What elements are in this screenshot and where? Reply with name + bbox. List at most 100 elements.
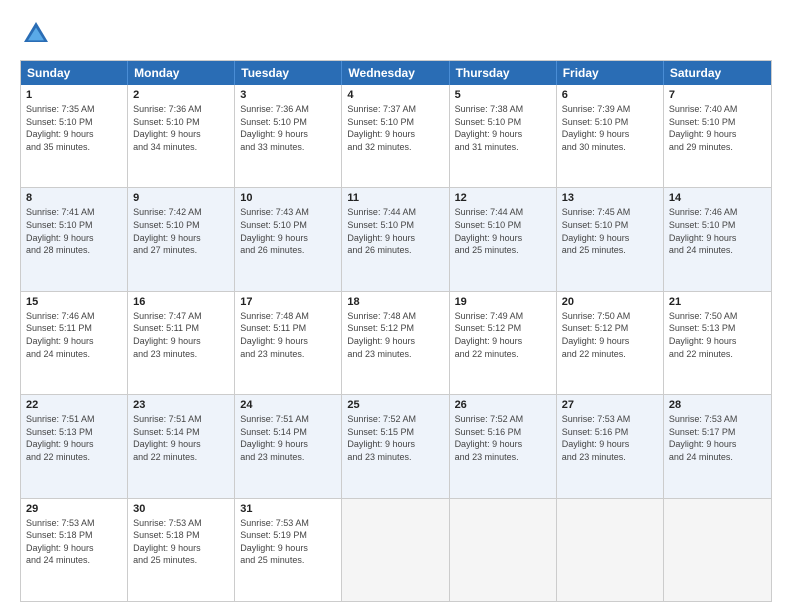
calendar-cell: 13Sunrise: 7:45 AM Sunset: 5:10 PM Dayli… xyxy=(557,188,664,290)
day-number: 27 xyxy=(562,399,658,411)
day-number: 10 xyxy=(240,192,336,204)
day-number: 30 xyxy=(133,503,229,515)
day-info: Sunrise: 7:36 AM Sunset: 5:10 PM Dayligh… xyxy=(240,103,336,153)
logo-icon xyxy=(20,18,52,50)
calendar-cell: 31 Sunrise: 7:53 AM Sunset: 5:19 PM Dayli… xyxy=(235,499,342,601)
calendar-cell: 9 Sunrise: 7:42 AM Sunset: 5:10 PM Daylig… xyxy=(128,188,235,290)
day-info: Sunrise: 7:47 AM Sunset: 5:11 PM Dayligh… xyxy=(133,310,229,360)
calendar-cell: 3Sunrise: 7:36 AM Sunset: 5:10 PM Daylig… xyxy=(235,85,342,187)
calendar-cell: 26 Sunrise: 7:52 AM Sunset: 5:16 PM Dayli… xyxy=(450,395,557,497)
day-info: Sunrise: 7:50 AM Sunset: 5:12 PM Dayligh… xyxy=(562,310,658,360)
calendar-week: 22 Sunrise: 7:51 AM Sunset: 5:13 PM Dayli… xyxy=(21,394,771,497)
calendar-week: 1 Sunrise: 7:35 AM Sunset: 5:10 PM Daylig… xyxy=(21,85,771,187)
day-number: 19 xyxy=(455,296,551,308)
day-number: 24 xyxy=(240,399,336,411)
day-number: 5 xyxy=(455,89,551,101)
calendar-header-cell: Thursday xyxy=(450,61,557,85)
calendar-cell: 23 Sunrise: 7:51 AM Sunset: 5:14 PM Dayli… xyxy=(128,395,235,497)
calendar-cell: 4 Sunrise: 7:37 AM Sunset: 5:10 PM Daylig… xyxy=(342,85,449,187)
day-info: Sunrise: 7:53 AM Sunset: 5:17 PM Dayligh… xyxy=(669,413,766,463)
day-info: Sunrise: 7:39 AM Sunset: 5:10 PM Dayligh… xyxy=(562,103,658,153)
calendar-cell: 1 Sunrise: 7:35 AM Sunset: 5:10 PM Daylig… xyxy=(21,85,128,187)
calendar-header-cell: Wednesday xyxy=(342,61,449,85)
day-number: 18 xyxy=(347,296,443,308)
calendar-header: SundayMondayTuesdayWednesdayThursdayFrid… xyxy=(21,61,771,85)
calendar-header-cell: Saturday xyxy=(664,61,771,85)
day-info: Sunrise: 7:46 AM Sunset: 5:10 PM Dayligh… xyxy=(669,206,766,256)
day-info: Sunrise: 7:42 AM Sunset: 5:10 PM Dayligh… xyxy=(133,206,229,256)
calendar-cell: 25 Sunrise: 7:52 AM Sunset: 5:15 PM Dayli… xyxy=(342,395,449,497)
calendar-cell: 24Sunrise: 7:51 AM Sunset: 5:14 PM Dayli… xyxy=(235,395,342,497)
calendar-body: 1 Sunrise: 7:35 AM Sunset: 5:10 PM Daylig… xyxy=(21,85,771,601)
calendar-header-cell: Sunday xyxy=(21,61,128,85)
day-info: Sunrise: 7:38 AM Sunset: 5:10 PM Dayligh… xyxy=(455,103,551,153)
calendar-cell: 16 Sunrise: 7:47 AM Sunset: 5:11 PM Dayli… xyxy=(128,292,235,394)
day-info: Sunrise: 7:36 AM Sunset: 5:10 PM Dayligh… xyxy=(133,103,229,153)
day-info: Sunrise: 7:52 AM Sunset: 5:15 PM Dayligh… xyxy=(347,413,443,463)
day-number: 28 xyxy=(669,399,766,411)
calendar-cell: 12 Sunrise: 7:44 AM Sunset: 5:10 PM Dayli… xyxy=(450,188,557,290)
day-number: 20 xyxy=(562,296,658,308)
calendar: SundayMondayTuesdayWednesdayThursdayFrid… xyxy=(20,60,772,602)
calendar-cell: 6 Sunrise: 7:39 AM Sunset: 5:10 PM Daylig… xyxy=(557,85,664,187)
day-number: 16 xyxy=(133,296,229,308)
day-info: Sunrise: 7:50 AM Sunset: 5:13 PM Dayligh… xyxy=(669,310,766,360)
calendar-cell: 18 Sunrise: 7:48 AM Sunset: 5:12 PM Dayli… xyxy=(342,292,449,394)
day-number: 29 xyxy=(26,503,122,515)
day-info: Sunrise: 7:44 AM Sunset: 5:10 PM Dayligh… xyxy=(455,206,551,256)
calendar-week: 15 Sunrise: 7:46 AM Sunset: 5:11 PM Dayli… xyxy=(21,291,771,394)
day-number: 22 xyxy=(26,399,122,411)
calendar-cell: 30 Sunrise: 7:53 AM Sunset: 5:18 PM Dayli… xyxy=(128,499,235,601)
page: SundayMondayTuesdayWednesdayThursdayFrid… xyxy=(0,0,792,612)
day-info: Sunrise: 7:51 AM Sunset: 5:13 PM Dayligh… xyxy=(26,413,122,463)
day-number: 2 xyxy=(133,89,229,101)
calendar-cell xyxy=(557,499,664,601)
calendar-cell: 11Sunrise: 7:44 AM Sunset: 5:10 PM Dayli… xyxy=(342,188,449,290)
day-info: Sunrise: 7:48 AM Sunset: 5:11 PM Dayligh… xyxy=(240,310,336,360)
calendar-cell: 17 Sunrise: 7:48 AM Sunset: 5:11 PM Dayli… xyxy=(235,292,342,394)
day-number: 15 xyxy=(26,296,122,308)
day-info: Sunrise: 7:41 AM Sunset: 5:10 PM Dayligh… xyxy=(26,206,122,256)
calendar-header-cell: Friday xyxy=(557,61,664,85)
header xyxy=(20,18,772,50)
day-info: Sunrise: 7:46 AM Sunset: 5:11 PM Dayligh… xyxy=(26,310,122,360)
calendar-cell: 14Sunrise: 7:46 AM Sunset: 5:10 PM Dayli… xyxy=(664,188,771,290)
day-number: 8 xyxy=(26,192,122,204)
calendar-cell xyxy=(450,499,557,601)
calendar-week: 29 Sunrise: 7:53 AM Sunset: 5:18 PM Dayli… xyxy=(21,498,771,601)
calendar-cell: 5 Sunrise: 7:38 AM Sunset: 5:10 PM Daylig… xyxy=(450,85,557,187)
calendar-cell xyxy=(342,499,449,601)
day-info: Sunrise: 7:48 AM Sunset: 5:12 PM Dayligh… xyxy=(347,310,443,360)
day-number: 26 xyxy=(455,399,551,411)
day-number: 1 xyxy=(26,89,122,101)
day-number: 23 xyxy=(133,399,229,411)
day-info: Sunrise: 7:53 AM Sunset: 5:18 PM Dayligh… xyxy=(26,517,122,567)
day-info: Sunrise: 7:53 AM Sunset: 5:18 PM Dayligh… xyxy=(133,517,229,567)
day-number: 4 xyxy=(347,89,443,101)
day-info: Sunrise: 7:35 AM Sunset: 5:10 PM Dayligh… xyxy=(26,103,122,153)
day-number: 25 xyxy=(347,399,443,411)
calendar-cell xyxy=(664,499,771,601)
day-number: 21 xyxy=(669,296,766,308)
day-number: 6 xyxy=(562,89,658,101)
day-info: Sunrise: 7:37 AM Sunset: 5:10 PM Dayligh… xyxy=(347,103,443,153)
day-info: Sunrise: 7:53 AM Sunset: 5:19 PM Dayligh… xyxy=(240,517,336,567)
calendar-cell: 2 Sunrise: 7:36 AM Sunset: 5:10 PM Daylig… xyxy=(128,85,235,187)
day-info: Sunrise: 7:53 AM Sunset: 5:16 PM Dayligh… xyxy=(562,413,658,463)
day-number: 12 xyxy=(455,192,551,204)
calendar-cell: 7Sunrise: 7:40 AM Sunset: 5:10 PM Daylig… xyxy=(664,85,771,187)
day-number: 11 xyxy=(347,192,443,204)
calendar-cell: 10Sunrise: 7:43 AM Sunset: 5:10 PM Dayli… xyxy=(235,188,342,290)
logo xyxy=(20,18,56,50)
day-number: 17 xyxy=(240,296,336,308)
day-info: Sunrise: 7:40 AM Sunset: 5:10 PM Dayligh… xyxy=(669,103,766,153)
day-number: 9 xyxy=(133,192,229,204)
day-info: Sunrise: 7:52 AM Sunset: 5:16 PM Dayligh… xyxy=(455,413,551,463)
day-number: 31 xyxy=(240,503,336,515)
calendar-cell: 8 Sunrise: 7:41 AM Sunset: 5:10 PM Daylig… xyxy=(21,188,128,290)
calendar-cell: 27 Sunrise: 7:53 AM Sunset: 5:16 PM Dayli… xyxy=(557,395,664,497)
calendar-week: 8 Sunrise: 7:41 AM Sunset: 5:10 PM Daylig… xyxy=(21,187,771,290)
day-info: Sunrise: 7:51 AM Sunset: 5:14 PM Dayligh… xyxy=(133,413,229,463)
calendar-cell: 22 Sunrise: 7:51 AM Sunset: 5:13 PM Dayli… xyxy=(21,395,128,497)
calendar-cell: 20 Sunrise: 7:50 AM Sunset: 5:12 PM Dayli… xyxy=(557,292,664,394)
